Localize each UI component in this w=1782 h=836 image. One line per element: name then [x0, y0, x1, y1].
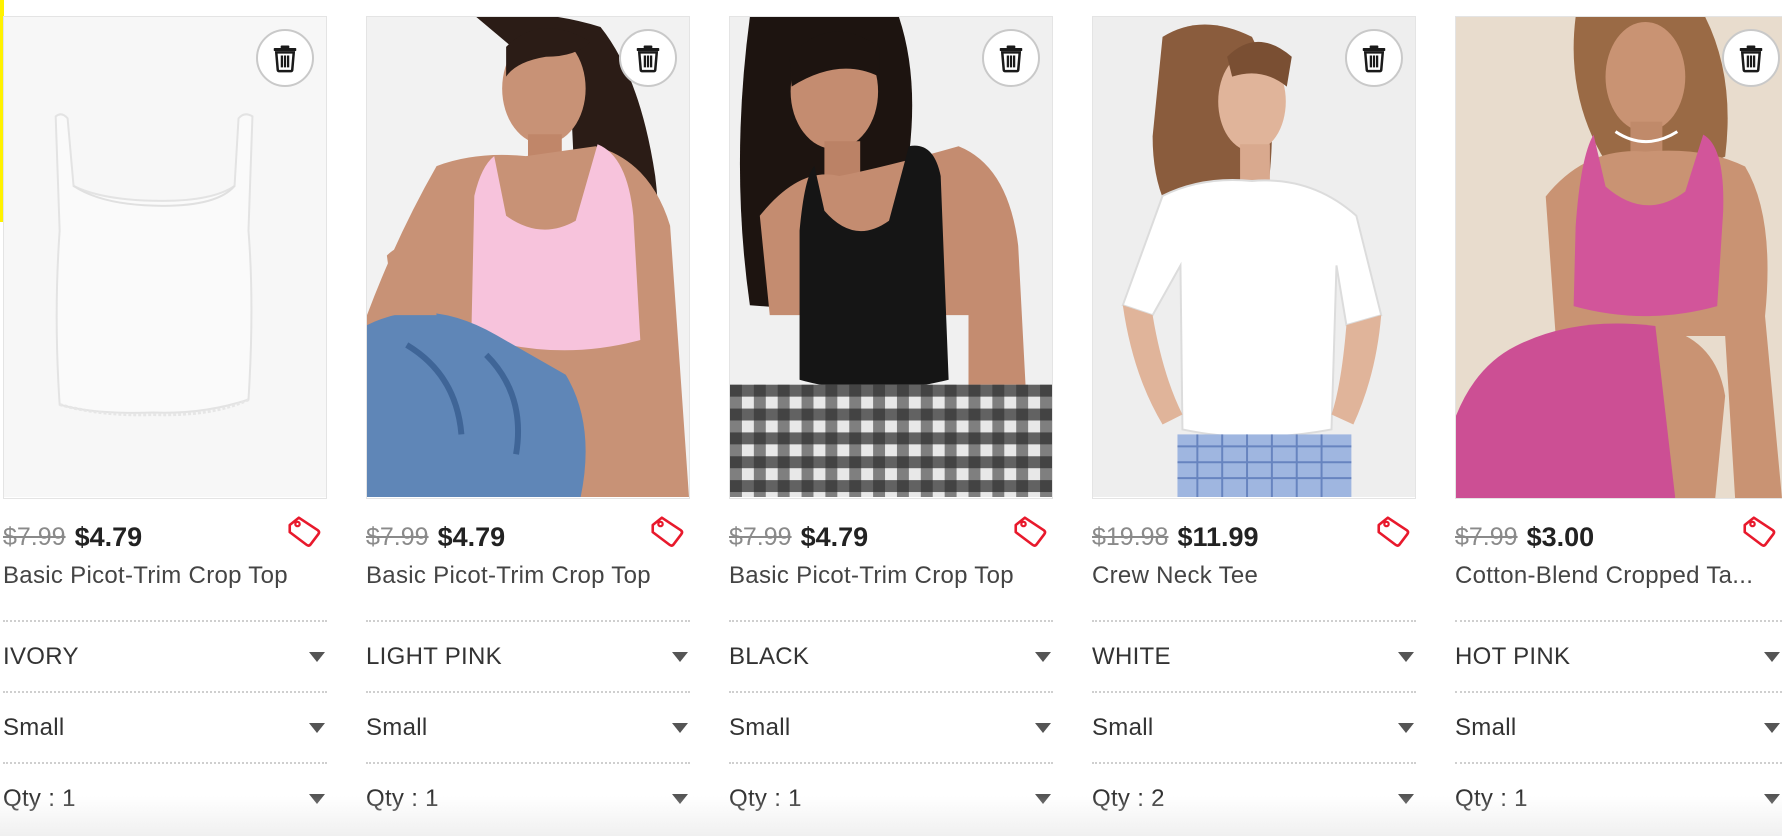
product-photo — [367, 17, 689, 498]
sale-price: $11.99 — [1177, 521, 1259, 552]
price-tag-icon[interactable] — [1011, 513, 1051, 553]
sale-price: $4.79 — [437, 521, 506, 552]
cart-items-grid: $7.99 $4.79 Basic Picot-Trim Crop Top IV… — [3, 16, 1782, 836]
cart-item: $7.99 $3.00 Cotton-Blend Cropped Ta... H… — [1455, 16, 1782, 833]
chevron-down-icon — [309, 722, 325, 733]
color-select[interactable]: HOT PINK — [1455, 620, 1782, 691]
size-select[interactable]: Small — [366, 691, 690, 762]
trash-icon — [1362, 45, 1386, 73]
chevron-down-icon — [1398, 722, 1414, 733]
color-select[interactable]: IVORY — [3, 620, 327, 691]
chevron-down-icon — [309, 793, 325, 804]
price-row: $7.99 $4.79 — [366, 516, 690, 557]
product-image[interactable] — [366, 16, 690, 499]
chevron-down-icon — [1035, 722, 1051, 733]
product-name[interactable]: Crew Neck Tee — [1092, 557, 1416, 595]
quantity-value: Qty : 1 — [366, 784, 439, 812]
color-value: WHITE — [1092, 642, 1171, 670]
product-photo — [4, 17, 326, 498]
product-name[interactable]: Basic Picot-Trim Crop Top — [729, 557, 1053, 595]
color-value: LIGHT PINK — [366, 642, 502, 670]
remove-item-button[interactable] — [1345, 29, 1403, 87]
sale-price: $4.79 — [800, 521, 869, 552]
original-price: $7.99 — [366, 522, 429, 551]
size-select[interactable]: Small — [729, 691, 1053, 762]
chevron-down-icon — [1764, 793, 1780, 804]
size-select[interactable]: Small — [3, 691, 327, 762]
remove-item-button[interactable] — [619, 29, 677, 87]
original-price: $7.99 — [1455, 522, 1518, 551]
price-row: $7.99 $3.00 — [1455, 516, 1782, 557]
sale-price: $4.79 — [74, 521, 143, 552]
size-value: Small — [366, 713, 428, 741]
chevron-down-icon — [1035, 651, 1051, 662]
product-image[interactable] — [3, 16, 327, 499]
quantity-select[interactable]: Qty : 1 — [3, 762, 327, 833]
price-row: $7.99 $4.79 — [729, 516, 1053, 557]
product-image[interactable] — [1455, 16, 1782, 499]
color-select[interactable]: BLACK — [729, 620, 1053, 691]
cart-item: $19.98 $11.99 Crew Neck Tee WHITE Small … — [1092, 16, 1416, 833]
product-photo — [1093, 17, 1415, 498]
size-select[interactable]: Small — [1092, 691, 1416, 762]
chevron-down-icon — [1764, 722, 1780, 733]
quantity-value: Qty : 1 — [1455, 784, 1528, 812]
remove-item-button[interactable] — [256, 29, 314, 87]
sale-price: $3.00 — [1526, 521, 1595, 552]
product-image[interactable] — [1092, 16, 1416, 499]
chevron-down-icon — [309, 651, 325, 662]
price-row: $19.98 $11.99 — [1092, 516, 1416, 557]
price-tag-icon[interactable] — [1374, 513, 1414, 553]
trash-icon — [1739, 45, 1763, 73]
cart-item: $7.99 $4.79 Basic Picot-Trim Crop Top LI… — [366, 16, 690, 833]
quantity-select[interactable]: Qty : 1 — [1455, 762, 1782, 833]
quantity-select[interactable]: Qty : 1 — [729, 762, 1053, 833]
product-photo — [730, 17, 1052, 498]
product-name[interactable]: Cotton-Blend Cropped Ta... — [1455, 557, 1782, 595]
color-value: IVORY — [3, 642, 79, 670]
quantity-select[interactable]: Qty : 2 — [1092, 762, 1416, 833]
quantity-value: Qty : 1 — [3, 784, 76, 812]
remove-item-button[interactable] — [982, 29, 1040, 87]
remove-item-button[interactable] — [1722, 29, 1780, 87]
price-tag-icon[interactable] — [648, 513, 688, 553]
color-value: HOT PINK — [1455, 642, 1571, 670]
cart-item: $7.99 $4.79 Basic Picot-Trim Crop Top BL… — [729, 16, 1053, 833]
size-value: Small — [729, 713, 791, 741]
chevron-down-icon — [672, 651, 688, 662]
color-select[interactable]: LIGHT PINK — [366, 620, 690, 691]
size-value: Small — [1092, 713, 1154, 741]
chevron-down-icon — [672, 722, 688, 733]
trash-icon — [273, 45, 297, 73]
quantity-select[interactable]: Qty : 1 — [366, 762, 690, 833]
original-price: $19.98 — [1092, 522, 1169, 551]
product-image[interactable] — [729, 16, 1053, 499]
chevron-down-icon — [1035, 793, 1051, 804]
size-select[interactable]: Small — [1455, 691, 1782, 762]
price-row: $7.99 $4.79 — [3, 516, 327, 557]
product-name[interactable]: Basic Picot-Trim Crop Top — [3, 557, 327, 595]
product-photo — [1456, 17, 1782, 498]
price-tag-icon[interactable] — [285, 513, 325, 553]
trash-icon — [999, 45, 1023, 73]
chevron-down-icon — [1398, 651, 1414, 662]
trash-icon — [636, 45, 660, 73]
chevron-down-icon — [1398, 793, 1414, 804]
size-value: Small — [3, 713, 65, 741]
quantity-value: Qty : 1 — [729, 784, 802, 812]
chevron-down-icon — [672, 793, 688, 804]
original-price: $7.99 — [3, 522, 66, 551]
quantity-value: Qty : 2 — [1092, 784, 1165, 812]
cart-item: $7.99 $4.79 Basic Picot-Trim Crop Top IV… — [3, 16, 327, 833]
size-value: Small — [1455, 713, 1517, 741]
product-name[interactable]: Basic Picot-Trim Crop Top — [366, 557, 690, 595]
color-value: BLACK — [729, 642, 810, 670]
price-tag-icon[interactable] — [1740, 513, 1780, 553]
color-select[interactable]: WHITE — [1092, 620, 1416, 691]
original-price: $7.99 — [729, 522, 792, 551]
cart-page: $7.99 $4.79 Basic Picot-Trim Crop Top IV… — [0, 0, 1782, 836]
chevron-down-icon — [1764, 651, 1780, 662]
